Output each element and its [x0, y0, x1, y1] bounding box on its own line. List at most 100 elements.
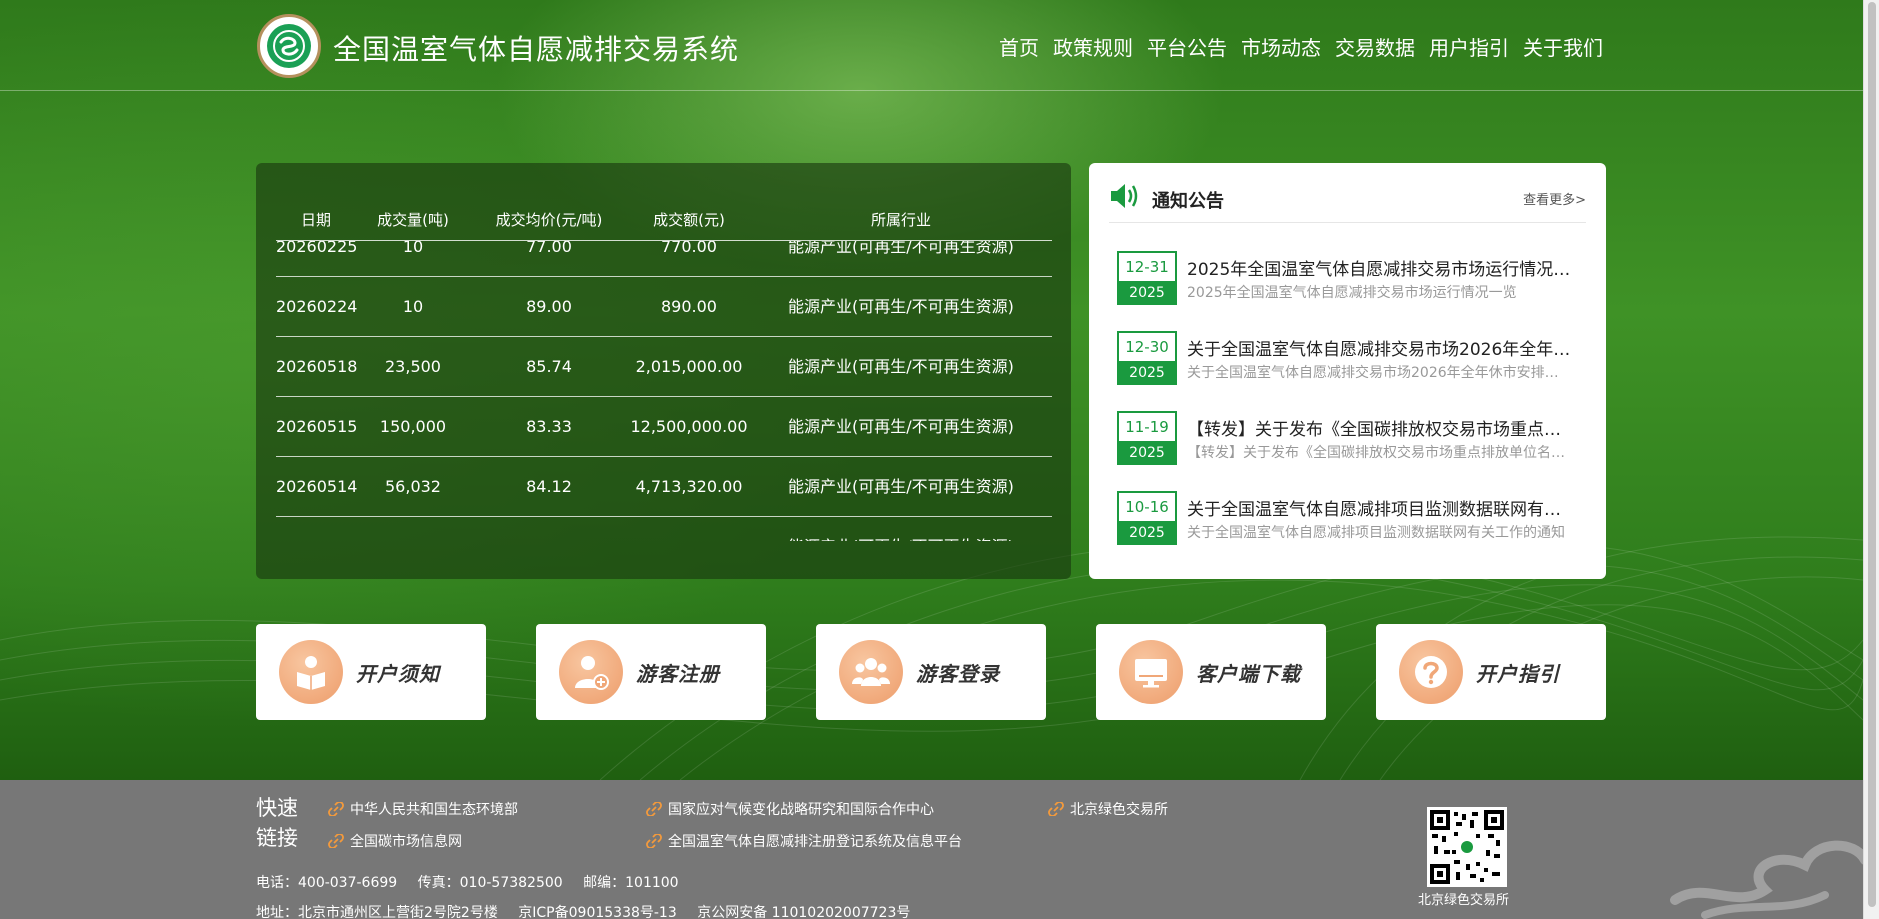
- footer-link-carbon-market-info[interactable]: 全国碳市场信息网: [328, 831, 462, 851]
- notice-item-summary: 2025年全国温室气体自愿减排交易市场运行情况一览: [1187, 285, 1517, 301]
- address-info: 地址：北京市通州区上营街2号院2号楼 京ICP备09015338号-13 京公网…: [256, 902, 926, 919]
- notice-item-summary: 关于全国温室气体自愿减排项目监测数据联网有关工作的通知: [1187, 525, 1565, 541]
- footer-link-ncsc[interactable]: 国家应对气候变化战略研究和国际合作中心: [646, 799, 934, 819]
- table-cell: 能源产业(可再生/不可再生资源): [788, 297, 1014, 316]
- table-cell: 20260514: [276, 477, 358, 496]
- icp-text[interactable]: 京ICP备09015338号-13: [518, 905, 676, 919]
- trade-data-panel: 日期 成交量(吨) 成交均价(元/吨) 成交额(元) 所属行业 20260225…: [256, 163, 1071, 579]
- question-icon: [1399, 640, 1463, 704]
- logo-emblem-icon: [273, 30, 305, 62]
- table-row: 20260515 150,000 83.33 12,500,000.00 能源产业(可再…: [276, 397, 1052, 457]
- users-group-icon: [839, 640, 903, 704]
- nav-announcements[interactable]: 平台公告: [1147, 32, 1227, 61]
- police-record-text[interactable]: 京公网安备 11010202007723号: [697, 905, 910, 919]
- notice-item-title[interactable]: 关于全国温室气体自愿减排交易市场2026年全年休市安排的通知: [1187, 335, 1577, 360]
- link-icon: [1048, 802, 1064, 816]
- scrollbar-thumb[interactable]: [1868, 2, 1876, 907]
- footer-link-cbeex[interactable]: 北京绿色交易所: [1048, 799, 1168, 819]
- card-label: 开户须知: [356, 662, 440, 686]
- contact-info: 电话：400-037-6699 传真：010-57382500 邮编：10110…: [256, 872, 695, 892]
- zip-text: 邮编：101100: [583, 875, 679, 891]
- link-icon: [328, 834, 344, 848]
- card-label: 客户端下载: [1196, 662, 1301, 686]
- table-cell: 10: [402, 297, 424, 316]
- date-badge: 12-30 2025: [1117, 331, 1177, 385]
- table-cell: 20260224: [276, 297, 358, 316]
- table-cell: 20260225: [276, 241, 358, 256]
- quick-links-title-2: 链接: [256, 826, 298, 850]
- notice-panel: 通知公告 查看更多> 12-31 2025 2025年全国温室气体自愿减排交易市场运…: [1089, 163, 1606, 579]
- header-avg-price: 成交均价(元/吨): [495, 211, 603, 229]
- site-footer: 快速 链接 中华人民共和国生态环境部 国家应对气候变化战略研究和国际合作中心 北…: [0, 780, 1863, 919]
- link-icon: [328, 802, 344, 816]
- table-row: 20260514 56,032 84.12 4,713,320.00 能源产业(可再生/…: [276, 457, 1052, 517]
- card-client-download[interactable]: 客户端下载: [1096, 624, 1326, 720]
- speaker-icon: [1111, 184, 1138, 208]
- nav-policy[interactable]: 政策规则: [1053, 32, 1133, 61]
- table-cell: 85.74: [526, 357, 572, 376]
- table-cell: 10: [402, 241, 424, 256]
- user-add-icon: [559, 640, 623, 704]
- table-row: 20260225 10 77.00 770.00 能源产业(可再生/不可再生资源): [276, 241, 1052, 277]
- qr-code: [1427, 807, 1507, 887]
- header-volume: 成交量(吨): [377, 211, 449, 229]
- notice-item-title[interactable]: 【转发】关于发布《全国碳排放权交易市场重点排放单位名录》的公告: [1187, 415, 1577, 440]
- header-date: 日期: [300, 211, 331, 229]
- nav-market-news[interactable]: 市场动态: [1241, 32, 1321, 61]
- table-cell: 能源产业(可再生/不可再生资源): [788, 241, 1014, 256]
- notice-item-summary: 关于全国温室气体自愿减排交易市场2026年全年休市安排的通知: [1187, 365, 1567, 381]
- table-row: 20260518 23,500 85.74 2,015,000.00 能源产业(可再生/…: [276, 337, 1052, 397]
- notice-item[interactable]: 12-302025关于全国温室气体自愿减排交易市场2026年全年休市安排的通知关…: [1117, 331, 1577, 387]
- card-guest-register[interactable]: 游客注册: [536, 624, 766, 720]
- notice-item-title[interactable]: 2025年全国温室气体自愿减排交易市场运行情况一览: [1187, 255, 1577, 280]
- table-cell: 能源产业(可再生/不可再生资源): [788, 477, 1014, 496]
- monitor-icon: [1119, 640, 1183, 704]
- table-cell: 77.00: [526, 241, 572, 256]
- header-industry: 所属行业: [870, 211, 931, 229]
- table-cell: 150,000: [379, 417, 447, 436]
- notice-item[interactable]: 12-31 2025 2025年全国温室气体自愿减排交易市场运行情况一览 2025年全…: [1117, 251, 1577, 307]
- table-cell: 23,500: [385, 357, 441, 376]
- footer-link-mee[interactable]: 中华人民共和国生态环境部: [328, 799, 518, 819]
- date-badge: 10-16 2025: [1117, 491, 1177, 545]
- notice-item[interactable]: 10-162025关于全国温室气体自愿减排项目监测数据联网有关工作的通知关于全国…: [1117, 491, 1577, 547]
- card-label: 游客注册: [636, 662, 720, 686]
- notice-more-link[interactable]: 查看更多>: [1523, 189, 1586, 208]
- nav-home[interactable]: 首页: [999, 32, 1039, 61]
- site-logo[interactable]: [257, 14, 321, 78]
- phone-text: 电话：400-037-6699: [256, 875, 398, 891]
- table-row: 20260224 10 89.00 890.00 能源产业(可再生/不可再生资源): [276, 277, 1052, 337]
- date-badge: 11-19 2025: [1117, 411, 1177, 465]
- card-account-guide[interactable]: 开户指引: [1376, 624, 1606, 720]
- card-account-notice[interactable]: 开户须知: [256, 624, 486, 720]
- trade-table-body[interactable]: 20260225 10 77.00 770.00 能源产业(可再生/不可再生资源) 202…: [276, 241, 1052, 541]
- date-year: 2025: [1119, 361, 1175, 385]
- table-cell: 20260518: [276, 357, 358, 376]
- address-text: 地址：北京市通州区上营街2号院2号楼: [256, 905, 498, 919]
- notice-item[interactable]: 11-19 2025 【转发】关于发布《全国碳排放权交易市场重点排放单位名录》的公告…: [1117, 411, 1577, 467]
- table-cell: 84.12: [526, 477, 572, 496]
- quick-links-title-1: 快速: [256, 796, 298, 820]
- qr-label: 北京绿色交易所: [1418, 893, 1510, 908]
- table-row: 能源产业(可再生/不可再生资源): [276, 517, 1052, 541]
- table-cell: 89.00: [526, 297, 572, 316]
- card-label: 游客登录: [916, 662, 1000, 686]
- site-header: 全国温室气体自愿减排交易系统 首页 政策规则 平台公告 市场动态 交易数据 用户…: [0, 0, 1863, 91]
- page-scrollbar[interactable]: [1863, 0, 1879, 919]
- nav-trade-data[interactable]: 交易数据: [1335, 32, 1415, 61]
- table-cell: 56,032: [385, 477, 441, 496]
- notice-item-title[interactable]: 关于全国温室气体自愿减排项目监测数据联网有关工作的通知: [1187, 495, 1577, 520]
- table-cell: 83.33: [526, 417, 572, 436]
- header-amount: 成交额(元): [653, 211, 725, 229]
- date-year: 2025: [1119, 281, 1175, 305]
- link-icon: [646, 802, 662, 816]
- footer-link-registry[interactable]: 全国温室气体自愿减排注册登记系统及信息平台: [646, 831, 962, 851]
- table-cell: 能源产业(可再生/不可再生资源): [750, 517, 1052, 541]
- card-guest-login[interactable]: 游客登录: [816, 624, 1046, 720]
- nav-user-guide[interactable]: 用户指引: [1429, 32, 1509, 61]
- book-user-icon: [279, 640, 343, 704]
- main-nav: 首页 政策规则 平台公告 市场动态 交易数据 用户指引 关于我们: [999, 32, 1617, 61]
- table-cell: 能源产业(可再生/不可再生资源): [788, 417, 1014, 436]
- nav-about-us[interactable]: 关于我们: [1523, 32, 1603, 61]
- fax-text: 传真：010-57382500: [417, 875, 563, 891]
